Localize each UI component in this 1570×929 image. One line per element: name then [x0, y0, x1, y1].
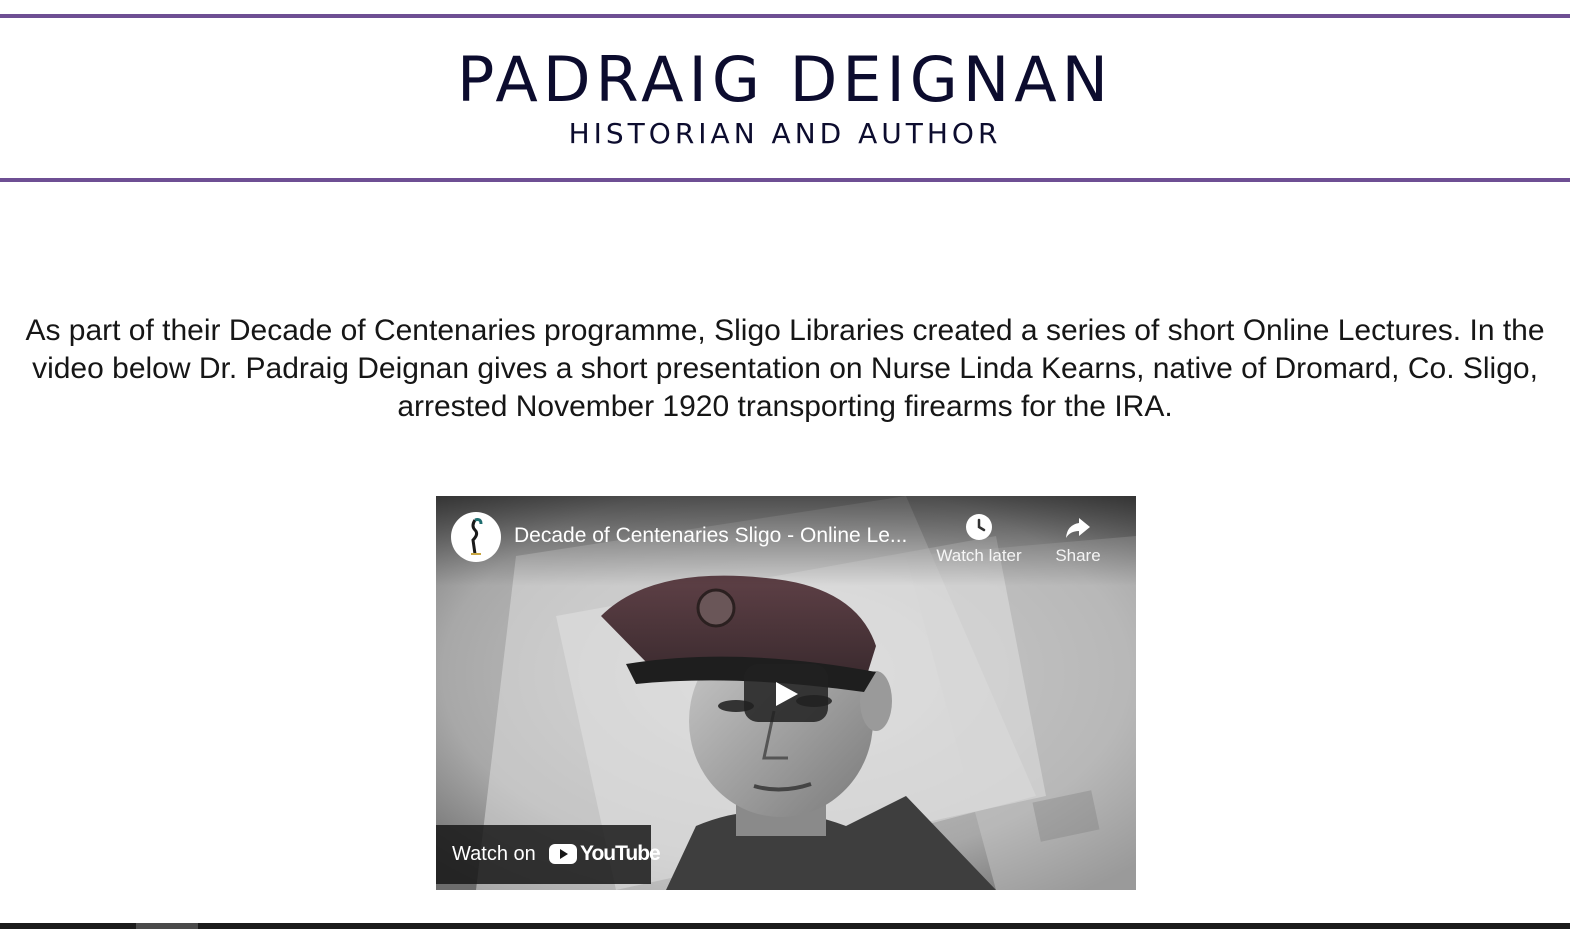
watch-later-button[interactable]: Watch later [932, 512, 1026, 566]
heron-logo-icon[interactable] [451, 512, 501, 562]
video-title[interactable]: Decade of Centenaries Sligo - Online Le.… [514, 521, 934, 551]
site-tagline: HISTORIAN AND AUTHOR [568, 117, 1002, 150]
bottom-bar-segment [136, 923, 198, 929]
share-label: Share [1055, 546, 1101, 565]
play-button[interactable] [744, 664, 828, 722]
header-top-rule [0, 14, 1570, 18]
watch-on-youtube-button[interactable]: Watch on YouTube [436, 825, 661, 884]
watch-later-label: Watch later [936, 546, 1022, 565]
site-title[interactable]: PADRAIG DEIGNAN [0, 44, 1570, 116]
bottom-bar [0, 923, 1570, 929]
watch-on-label: Watch on [452, 843, 536, 865]
youtube-embed[interactable]: Decade of Centenaries Sligo - Online Le.… [436, 496, 1136, 890]
clock-icon [966, 514, 992, 540]
play-icon [776, 682, 798, 706]
intro-paragraph: As part of their Decade of Centenaries p… [25, 314, 1545, 423]
header-bottom-rule [0, 178, 1570, 182]
share-button[interactable]: Share [1048, 512, 1108, 566]
page: PADRAIG DEIGNAN HISTORIAN AND AUTHOR As … [0, 0, 1570, 929]
share-arrow-icon [1066, 518, 1090, 538]
youtube-wordmark: YouTube [580, 842, 661, 865]
